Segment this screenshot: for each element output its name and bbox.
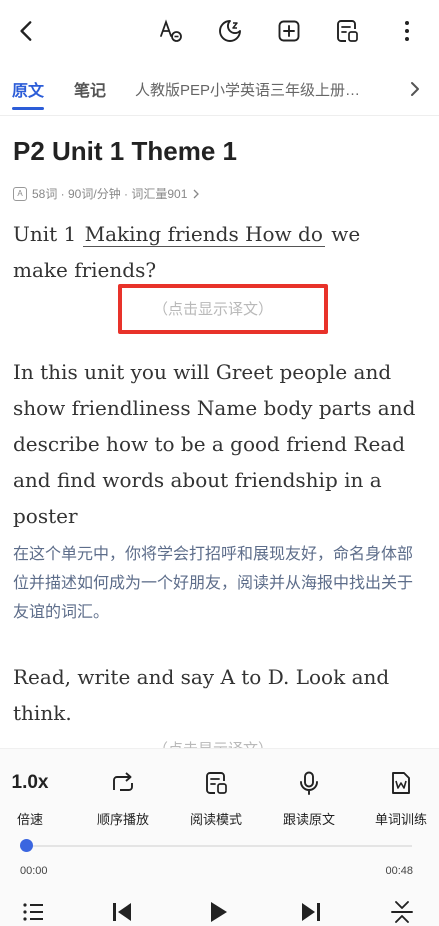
speed-value: 1.0x: [11, 772, 49, 793]
paragraph-3[interactable]: Read, write and say A to D. Look and thi…: [13, 659, 418, 731]
chevron-right-icon[interactable]: [407, 80, 423, 98]
vocab-icon: A: [13, 186, 27, 201]
audio-player-panel: 1.0x 倍速 顺序播放 阅读模式 跟读原文 单词训练 00:00 00:48: [0, 748, 439, 926]
translate-icon: [160, 19, 182, 42]
tab-original[interactable]: 原文: [12, 77, 44, 101]
reading-mode-button[interactable]: 阅读模式: [176, 767, 256, 828]
night-mode-icon: [219, 20, 241, 42]
speed-label: 倍速: [16, 812, 43, 827]
paragraph-1[interactable]: Unit 1 Making friends How do we make fri…: [13, 216, 418, 288]
tab-notes[interactable]: 笔记: [74, 77, 106, 101]
collapse-icon: [391, 901, 413, 923]
back-button[interactable]: [10, 14, 44, 48]
paragraph-2-translation: 在这个单元中，你将学会打招呼和展现友好，命名身体部位并描述如何成为一个好朋友，阅…: [13, 546, 414, 621]
word-doc-icon: [392, 772, 410, 794]
meta-text: 58词 · 90词/分钟 · 词汇量901: [32, 187, 188, 201]
previous-button[interactable]: [107, 897, 137, 926]
add-icon: [278, 20, 300, 42]
repeat-icon: [113, 772, 133, 791]
reading-mode-label: 阅读模式: [189, 812, 242, 827]
word-training-label: 单词训练: [374, 812, 427, 827]
back-icon: [20, 21, 32, 41]
play-button[interactable]: [203, 897, 233, 926]
order-play-label: 顺序播放: [96, 812, 149, 827]
more-icon: [405, 21, 409, 41]
more-button[interactable]: [390, 14, 424, 48]
skip-next-icon: [302, 903, 320, 921]
tab-book-title[interactable]: 人教版PEP小学英语三年级上册…: [135, 79, 395, 100]
word-training-button[interactable]: 单词训练: [361, 767, 439, 828]
playlist-icon: [23, 903, 43, 921]
article-meta[interactable]: A 58词 · 90词/分钟 · 词汇量901: [13, 185, 200, 202]
speed-button[interactable]: 1.0x 倍速: [0, 767, 70, 828]
active-tab-indicator: [12, 107, 44, 110]
highlight-box: [118, 284, 328, 334]
playlist-button[interactable]: [18, 897, 48, 926]
chevron-right-small-icon: [193, 189, 200, 198]
order-play-button[interactable]: 顺序播放: [83, 767, 163, 828]
progress-track[interactable]: [26, 845, 412, 847]
skip-previous-icon: [113, 903, 131, 921]
progress-knob[interactable]: [20, 839, 33, 852]
article-title: P2 Unit 1 Theme 1: [13, 136, 237, 166]
next-button[interactable]: [296, 897, 326, 926]
add-button[interactable]: [272, 14, 306, 48]
para1-prefix: Unit 1: [13, 222, 83, 246]
reading-mode-icon: [206, 772, 227, 794]
collapse-button[interactable]: [387, 897, 417, 926]
microphone-icon: [300, 771, 318, 795]
follow-read-label: 跟读原文: [282, 812, 335, 827]
current-time: 00:00: [20, 865, 48, 877]
top-toolbar: [0, 0, 439, 62]
para1-underlined[interactable]: Making friends How do: [82, 222, 325, 247]
tab-bar: 原文 笔记 人教版PEP小学英语三年级上册…: [0, 62, 439, 116]
total-time: 00:48: [385, 865, 413, 877]
translate-button[interactable]: [154, 14, 188, 48]
paragraph-2[interactable]: In this unit you will Greet people and s…: [13, 354, 418, 534]
playback-controls: [0, 897, 439, 926]
night-mode-button[interactable]: [213, 14, 247, 48]
reading-mode-icon: [337, 20, 358, 42]
follow-read-button[interactable]: 跟读原文: [269, 767, 349, 828]
reading-mode-top-button[interactable]: [330, 14, 364, 48]
play-icon: [211, 902, 227, 922]
